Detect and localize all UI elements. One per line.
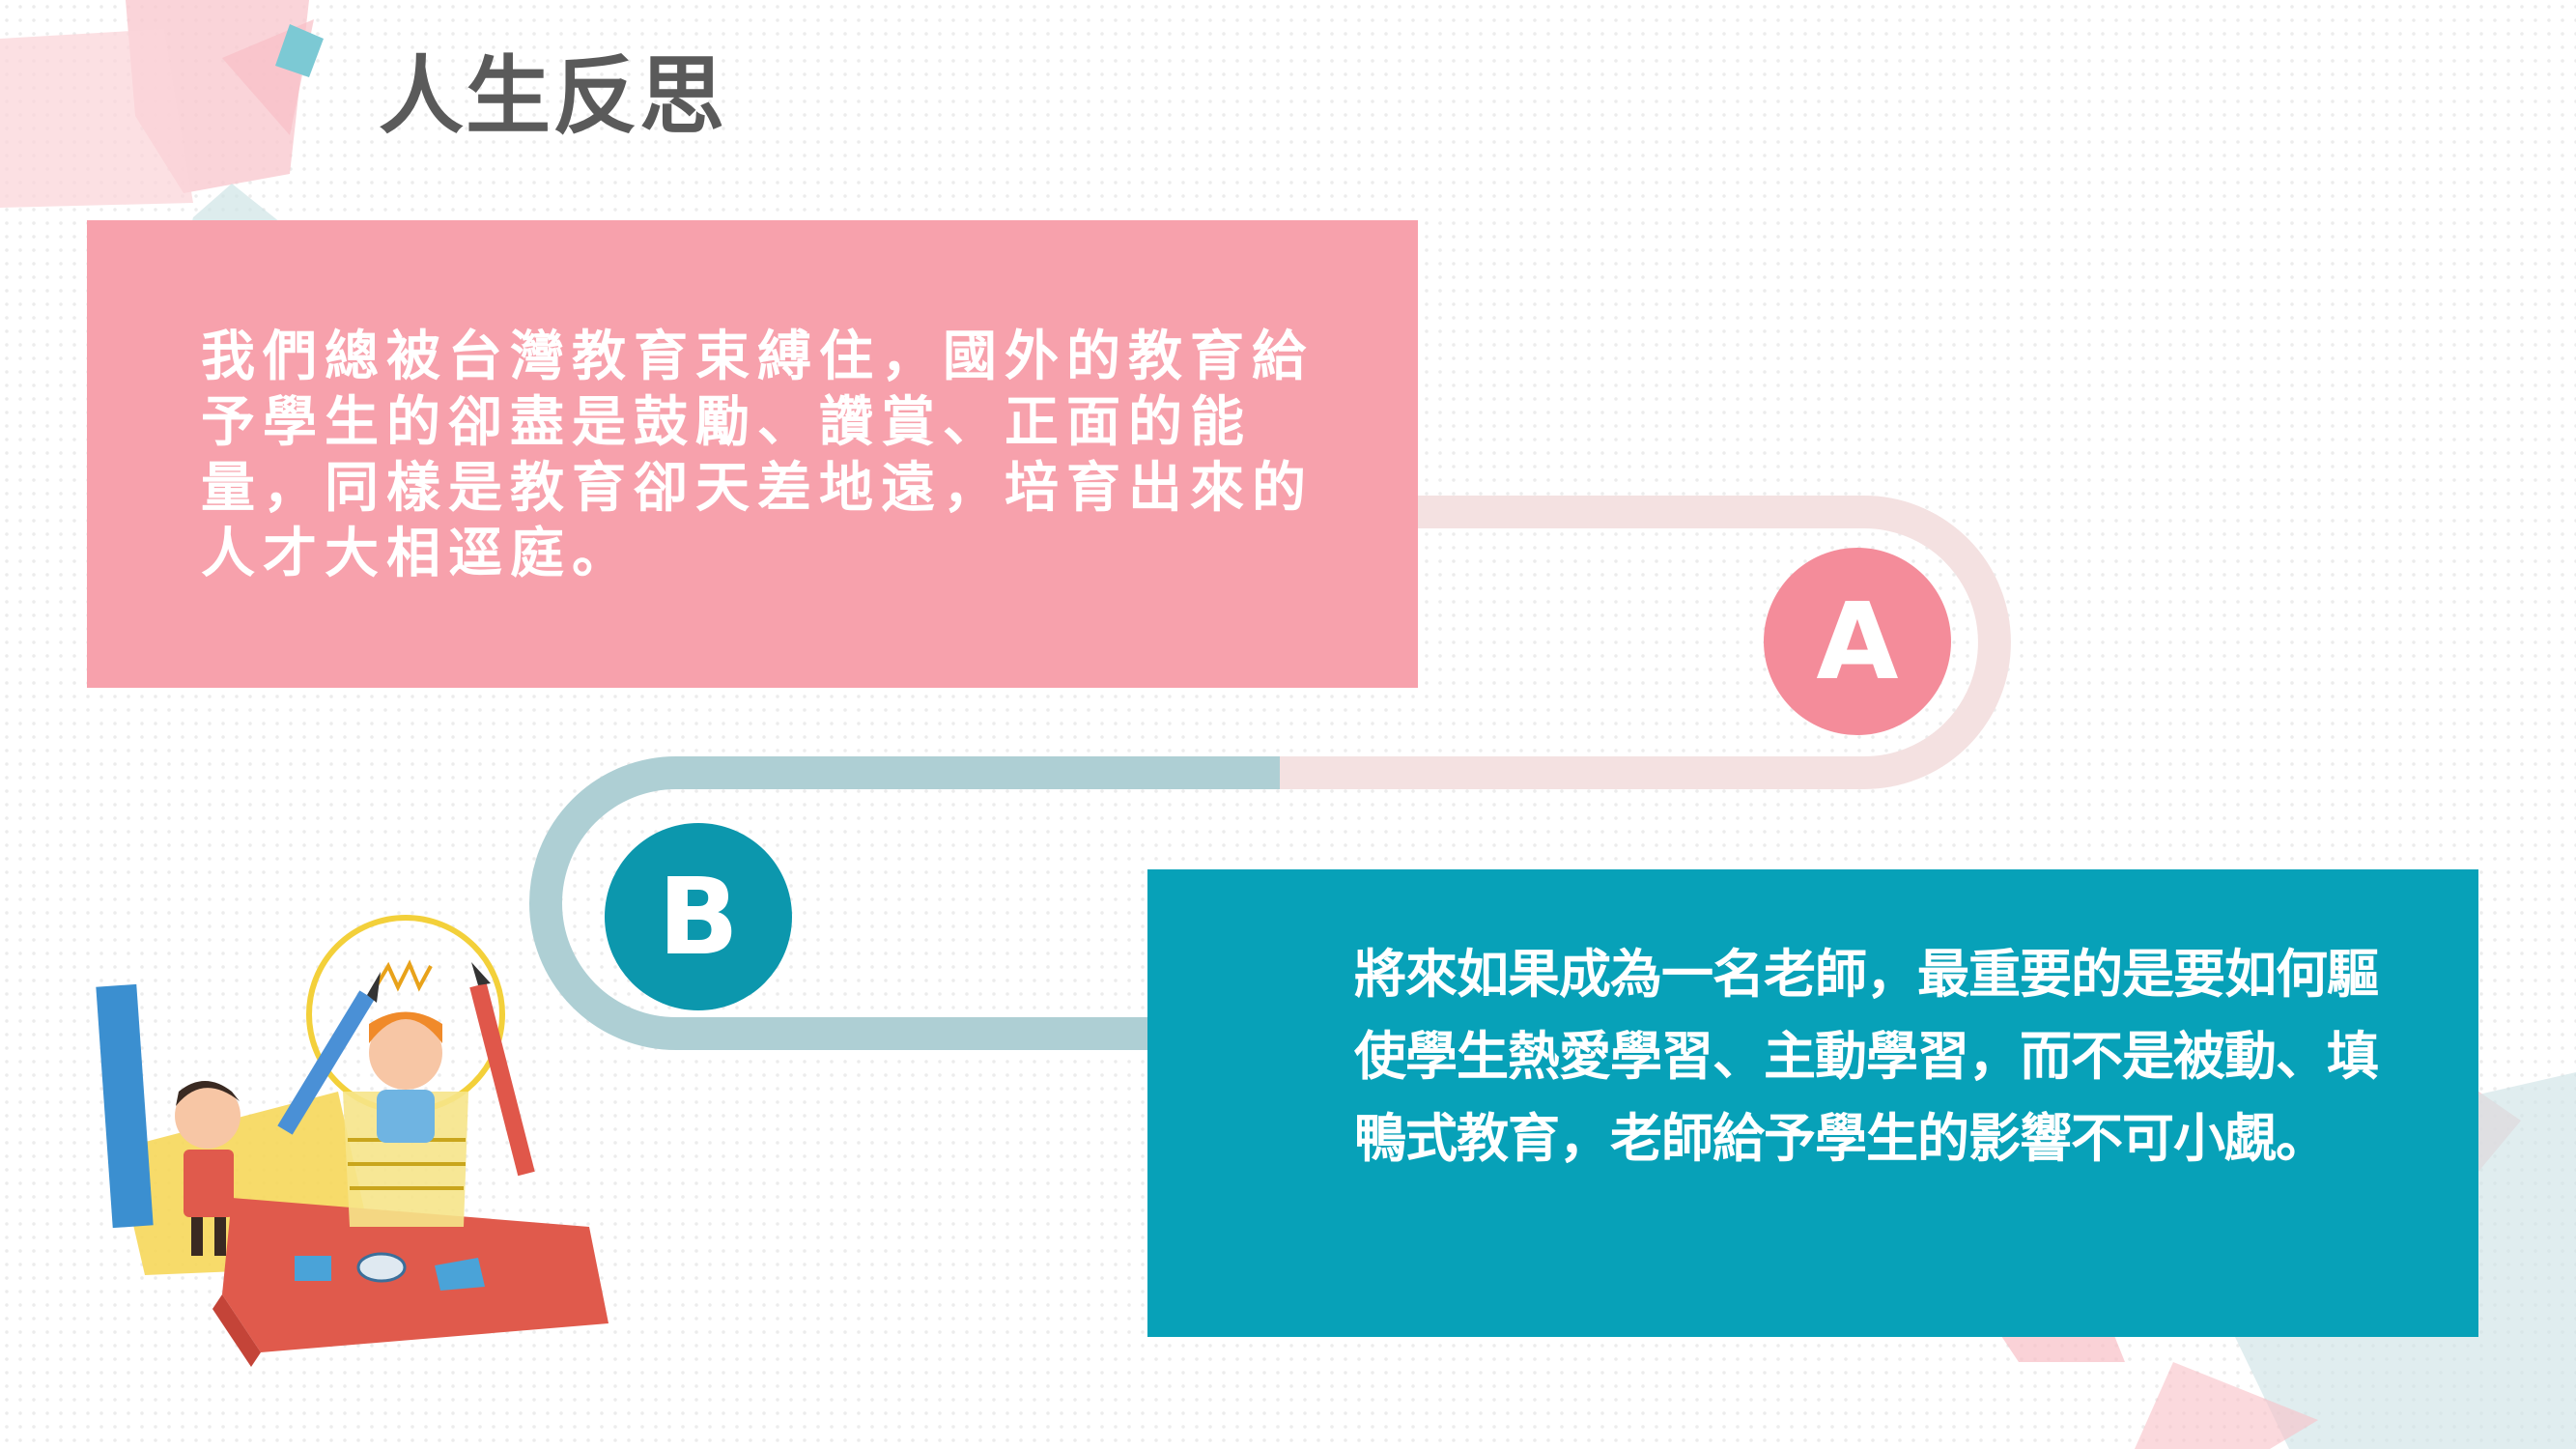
badge-b: B (605, 823, 792, 1010)
point-a-card: 我們總被台灣教育束縛住，國外的教育給予學生的卻盡是鼓勵、讚賞、正面的能量，同樣是… (87, 220, 1418, 688)
point-b-card: 將來如果成為一名老師，最重要的是要如何驅使學生熱愛學習、主動學習，而不是被動、填… (1147, 869, 2478, 1337)
point-b-text: 將來如果成為一名老師，最重要的是要如何驅使學生熱愛學習、主動學習，而不是被動、填… (1354, 944, 2379, 1169)
kids-lightbulb-illustration (96, 915, 609, 1367)
point-a-text: 我們總被台灣教育束縛住，國外的教育給予學生的卻盡是鼓勵、讚賞、正面的能量，同樣是… (201, 326, 1314, 585)
badge-a: A (1764, 548, 1951, 735)
